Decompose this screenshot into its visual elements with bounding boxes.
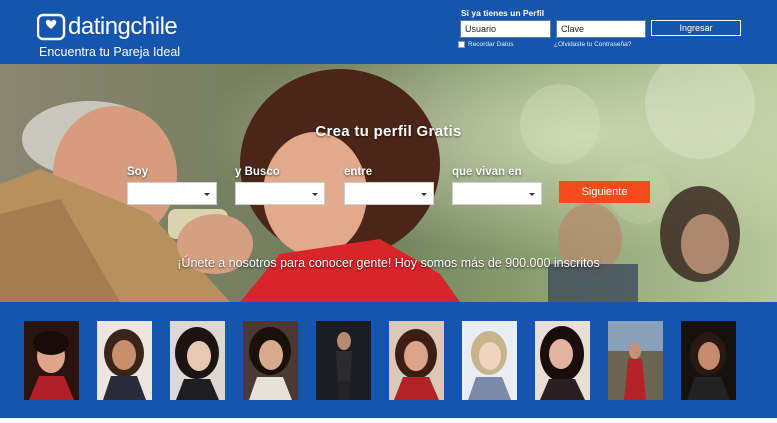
hero-title: Crea tu perfil Gratis [315, 123, 462, 140]
profile-thumbnail[interactable] [24, 321, 79, 400]
site-header: datingchile Encuentra tu Pareja Ideal Si… [0, 0, 777, 64]
password-field[interactable] [556, 20, 646, 38]
profile-thumbnail[interactable] [389, 321, 444, 400]
label-entre: entre [344, 166, 373, 178]
profile-thumbnail[interactable] [97, 321, 152, 400]
login-button[interactable]: Ingresar [651, 20, 741, 36]
label-region: que vivan en [452, 166, 522, 178]
username-field[interactable] [460, 20, 551, 38]
label-busco: y Busco [235, 166, 280, 178]
chevron-down-icon [204, 193, 210, 196]
logo-text: datingchile [68, 13, 178, 40]
profile-thumbnail[interactable] [462, 321, 517, 400]
next-button[interactable]: Siguiente [559, 181, 650, 203]
remember-checkbox[interactable] [458, 41, 465, 48]
profile-thumbnail[interactable] [681, 321, 736, 400]
profile-thumbnail[interactable] [243, 321, 298, 400]
profile-thumbnail[interactable] [316, 321, 371, 400]
hero-section: Crea tu perfil Gratis Soy y Busco entre … [0, 64, 777, 302]
login-title: Si ya tienes un Perfil [461, 8, 545, 18]
seeking-select[interactable] [235, 182, 325, 205]
chevron-down-icon [421, 193, 427, 196]
chevron-down-icon [529, 193, 535, 196]
tagline: Encuentra tu Pareja Ideal [39, 45, 181, 59]
profile-thumbnail[interactable] [170, 321, 225, 400]
profile-thumbnail[interactable] [608, 321, 663, 400]
gender-select[interactable] [127, 182, 217, 205]
profile-thumbnail[interactable] [535, 321, 590, 400]
heart-logo-icon [37, 13, 66, 41]
remember-label: Recordar Datos [468, 41, 514, 48]
age-range-select[interactable] [344, 182, 434, 205]
profile-strip [0, 302, 777, 418]
label-soy: Soy [127, 166, 149, 178]
remember-me[interactable]: Recordar Datos [458, 41, 514, 48]
footer-divider [0, 418, 777, 423]
chevron-down-icon [312, 193, 318, 196]
region-select[interactable] [452, 182, 542, 205]
hero-subtitle: ¡Únete a nosotros para conocer gente! Ho… [177, 256, 600, 270]
forgot-password-link[interactable]: ¿Olvidaste tu Contraseña? [554, 41, 631, 48]
